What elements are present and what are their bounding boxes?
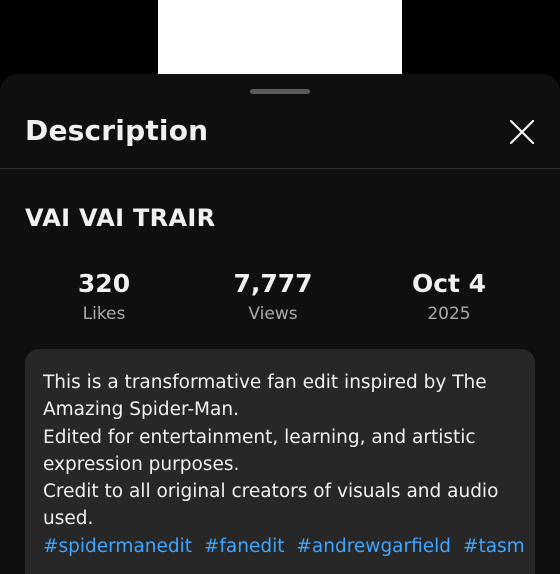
hashtag-link[interactable]: #fanedit: [204, 536, 285, 557]
views-label: Views: [248, 304, 298, 324]
video-title: VAI VAI TRAIR: [25, 204, 216, 232]
likes-label: Likes: [82, 304, 126, 324]
likes-count: 320: [77, 269, 131, 298]
date-stat: Oct 4 2025: [364, 269, 534, 325]
views-count: 7,777: [233, 269, 313, 298]
description-text: This is a transformative fan edit inspir…: [43, 372, 499, 530]
close-button[interactable]: [504, 114, 540, 150]
description-sheet: Description VAI VAI TRAIR 320 Likes 7,77…: [0, 74, 560, 574]
hashtag-link[interactable]: #andrewgarfield: [296, 536, 451, 557]
hashtag-list: #spidermanedit #fanedit #andrewgarfield …: [43, 533, 533, 560]
video-player-area[interactable]: [0, 0, 560, 76]
close-icon: [509, 119, 535, 145]
upload-year: 2025: [427, 304, 471, 324]
hashtag-link[interactable]: #spidermanedit: [43, 536, 192, 557]
upload-date: Oct 4: [411, 269, 487, 298]
description-box: This is a transformative fan edit inspir…: [25, 349, 535, 574]
sheet-header: Description: [0, 102, 560, 169]
drag-handle[interactable]: [250, 89, 310, 94]
video-frame[interactable]: [158, 0, 402, 76]
hashtag-link[interactable]: #tasm: [463, 536, 525, 557]
likes-stat: 320 Likes: [19, 269, 189, 325]
views-stat: 7,777 Views: [188, 269, 358, 325]
sheet-title: Description: [25, 114, 209, 147]
